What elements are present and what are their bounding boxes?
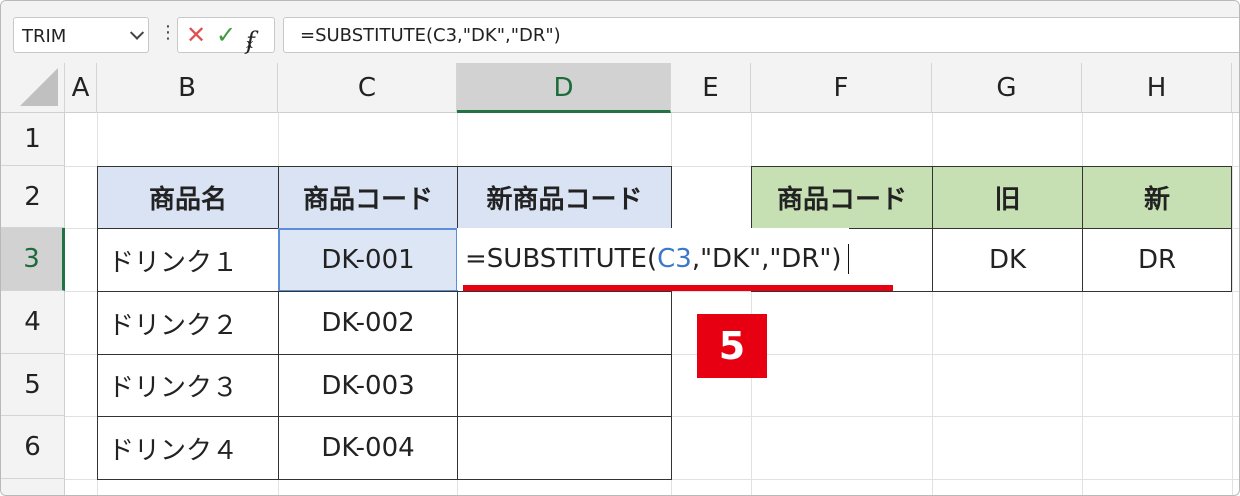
- name-box-value: TRIM: [22, 26, 67, 47]
- cell-d6[interactable]: [457, 416, 672, 480]
- chevron-down-icon[interactable]: [129, 25, 145, 40]
- formula-text: =SUBSTITUTE(C3,"DK","DR"): [300, 25, 561, 46]
- row-header-1[interactable]: 1: [1, 113, 65, 166]
- formula-prefix: =SUBSTITUTE(: [465, 244, 658, 274]
- name-box[interactable]: TRIM: [13, 17, 149, 53]
- enter-check-icon[interactable]: ✓: [216, 21, 236, 49]
- insert-function-icon[interactable]: fx: [246, 24, 255, 55]
- text-caret: [847, 244, 849, 274]
- highlight-underline: [463, 285, 893, 291]
- cell-c3[interactable]: DK-001: [278, 228, 458, 292]
- cell-d5[interactable]: [457, 354, 672, 417]
- column-header-g[interactable]: G: [932, 63, 1082, 113]
- cell-d4[interactable]: [457, 291, 672, 355]
- select-all-button[interactable]: [1, 63, 65, 113]
- more-vertical-icon[interactable]: ⋮: [159, 23, 177, 43]
- select-all-triangle-icon: [20, 68, 58, 106]
- cell-d3-editor[interactable]: =SUBSTITUTE(C3 ,"DK","DR"): [457, 228, 849, 290]
- gridline: [1232, 113, 1233, 495]
- cell-c6[interactable]: DK-004: [278, 416, 458, 480]
- column-header-a[interactable]: A: [65, 63, 97, 113]
- header-product-code-2[interactable]: 商品コード: [751, 166, 933, 229]
- formula-buttons: ✕ ✓ fx: [177, 17, 275, 55]
- header-product-name[interactable]: 商品名: [97, 166, 279, 229]
- formula-cell-ref: C3: [657, 244, 692, 274]
- column-header-e[interactable]: E: [671, 63, 751, 113]
- column-header-c[interactable]: C: [278, 63, 457, 113]
- spreadsheet-window: TRIM ⋮ ✕ ✓ fx =SUBSTITUTE(C3,"DK","DR") …: [0, 0, 1240, 496]
- cell-g3[interactable]: DK: [932, 228, 1083, 292]
- cell-c5[interactable]: DK-003: [278, 354, 458, 417]
- column-header-i[interactable]: [1232, 63, 1239, 113]
- row-header-4[interactable]: 4: [1, 291, 65, 354]
- cell-c4[interactable]: DK-002: [278, 291, 458, 355]
- row-header-5[interactable]: 5: [1, 354, 65, 416]
- step-badge: 5: [697, 314, 767, 378]
- row-header-6[interactable]: 6: [1, 416, 65, 479]
- cell-h3[interactable]: DR: [1082, 228, 1232, 292]
- header-product-code[interactable]: 商品コード: [278, 166, 458, 229]
- cell-b4[interactable]: ドリンク２: [97, 291, 279, 355]
- row-header-2[interactable]: 2: [1, 166, 65, 228]
- header-old[interactable]: 旧: [932, 166, 1083, 229]
- header-new[interactable]: 新: [1082, 166, 1232, 229]
- formula-bar: TRIM ⋮ ✕ ✓ fx =SUBSTITUTE(C3,"DK","DR"): [1, 1, 1239, 63]
- cell-b5[interactable]: ドリンク３: [97, 354, 279, 417]
- header-new-product-code[interactable]: 新商品コード: [457, 166, 672, 229]
- cancel-icon[interactable]: ✕: [186, 21, 206, 49]
- cell-b3[interactable]: ドリンク１: [97, 228, 279, 292]
- cell-b6[interactable]: ドリンク４: [97, 416, 279, 480]
- row-header-7[interactable]: [1, 479, 65, 495]
- formula-input[interactable]: =SUBSTITUTE(C3,"DK","DR"): [283, 17, 1239, 53]
- formula-suffix: ,"DK","DR"): [691, 244, 842, 274]
- column-header-f[interactable]: F: [751, 63, 932, 113]
- row-header-3[interactable]: 3: [1, 228, 65, 291]
- column-header-b[interactable]: B: [97, 63, 278, 113]
- column-header-h[interactable]: H: [1082, 63, 1232, 113]
- column-header-d[interactable]: D: [457, 63, 671, 113]
